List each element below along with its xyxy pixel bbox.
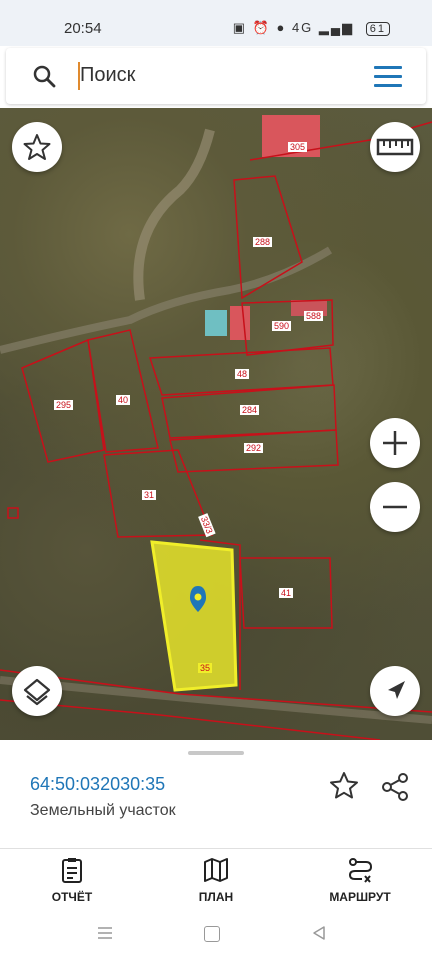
- plan-button[interactable]: ПЛАН: [156, 856, 276, 904]
- sheet-drag-handle[interactable]: [188, 751, 244, 755]
- cadastral-number[interactable]: 64:50:032030:35: [30, 774, 165, 795]
- favorite-button[interactable]: [12, 122, 62, 172]
- signal-icon: ▂▄▆: [318, 20, 355, 35]
- parcel-label: 35: [198, 663, 213, 673]
- star-icon: [23, 134, 51, 160]
- alarm-icon: ⏰: [252, 20, 271, 35]
- search-icon[interactable]: [32, 64, 56, 88]
- parcel-label: 588: [304, 311, 324, 321]
- map-plan-icon: [204, 858, 228, 882]
- menu-icon[interactable]: [374, 66, 402, 88]
- parcel-label: 33/3: [198, 513, 216, 537]
- route-button[interactable]: МАРШРУТ: [300, 856, 420, 904]
- report-label: ОТЧЁТ: [51, 890, 93, 904]
- parcel-label: 292: [244, 443, 264, 453]
- network-label: 4G: [291, 20, 314, 35]
- parcel-label: 288: [253, 237, 273, 247]
- my-location-button[interactable]: [370, 666, 420, 716]
- home-icon[interactable]: [204, 926, 220, 942]
- favorite-star-icon[interactable]: [328, 770, 360, 802]
- parcel-type: Земельный участок: [30, 802, 176, 819]
- status-icons: ▣ ⏰ ● 4G ▂▄▆ 61: [233, 20, 390, 36]
- parcel-label: 590: [272, 321, 292, 331]
- route-icon: [348, 858, 373, 883]
- route-label: МАРШРУТ: [329, 890, 391, 904]
- back-icon[interactable]: [310, 924, 328, 942]
- search-input[interactable]: Поиск: [80, 64, 135, 87]
- nfc-icon: ▣: [232, 20, 248, 35]
- status-bar: 20:54 ▣ ⏰ ● 4G ▂▄▆ 61: [0, 0, 432, 46]
- measure-button[interactable]: [370, 122, 420, 172]
- share-icon[interactable]: [378, 770, 412, 804]
- plus-icon: [383, 431, 407, 455]
- layers-icon: [23, 678, 51, 706]
- parcel-label: 41: [279, 588, 294, 598]
- status-time: 20:54: [64, 20, 102, 37]
- parcel-label: 284: [240, 405, 260, 415]
- parcel-label: 305: [288, 142, 308, 152]
- plan-label: ПЛАН: [198, 890, 234, 904]
- layers-button[interactable]: [12, 666, 62, 716]
- report-icon: [62, 858, 82, 883]
- parcel-label: 48: [235, 369, 250, 379]
- report-button[interactable]: ОТЧЁТ: [12, 856, 132, 904]
- parcel-label: 40: [116, 395, 131, 405]
- ruler-icon: [376, 138, 414, 156]
- zoom-in-button[interactable]: [370, 418, 420, 468]
- parcel-label: 295: [54, 400, 74, 410]
- location-icon: ●: [276, 20, 287, 35]
- parcel-label: 31: [142, 490, 157, 500]
- minus-icon: [383, 505, 407, 509]
- navigation-arrow-icon: [388, 681, 405, 699]
- recents-icon[interactable]: [97, 926, 113, 940]
- parcel-labels: 305 288 590 588 48 295 40 284 292 31 33/…: [0, 108, 432, 740]
- search-bar[interactable]: Поиск: [6, 48, 426, 104]
- divider: [0, 848, 432, 849]
- battery-icon: 61: [365, 22, 390, 36]
- zoom-out-button[interactable]: [370, 482, 420, 532]
- map-view[interactable]: 305 288 590 588 48 295 40 284 292 31 33/…: [0, 108, 432, 740]
